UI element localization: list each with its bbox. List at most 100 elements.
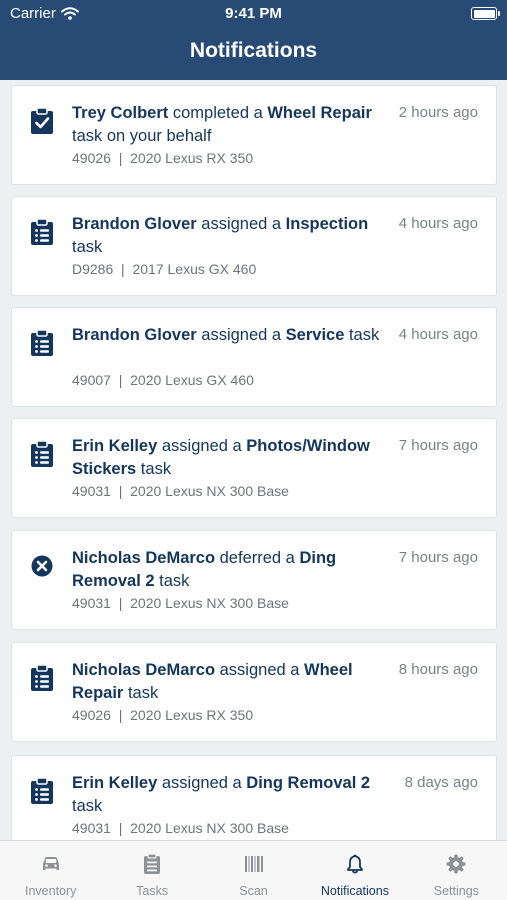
status-time: 9:41 PM: [225, 5, 282, 22]
meta-separator: |: [118, 707, 123, 723]
tab-label: Notifications: [320, 884, 389, 898]
action-text: deferred a: [215, 549, 300, 567]
notification-message: Brandon Glover assigned a Service task: [72, 324, 394, 347]
actor-name: Erin Kelley: [72, 774, 158, 792]
vehicle-name: 2020 Lexus GX 460: [130, 372, 254, 388]
stock-number: D9286: [72, 261, 114, 277]
vehicle-name: 2020 Lexus RX 350: [130, 150, 254, 166]
task-name: Wheel Repair: [267, 104, 372, 122]
x-circle-icon: [29, 552, 55, 580]
vehicle-name: 2017 Lexus GX 460: [132, 261, 257, 277]
notification-card[interactable]: Brandon Glover assigned a Inspection tas…: [11, 196, 497, 296]
tab-label: Tasks: [136, 884, 169, 898]
clipboard-list-icon: [29, 664, 55, 692]
actor-name: Erin Kelley: [72, 437, 158, 455]
vehicle-name: 2020 Lexus NX 300 Base: [130, 595, 289, 611]
tab-notifications[interactable]: Notifications: [304, 841, 405, 900]
task-suffix: task: [72, 238, 103, 256]
meta-separator: |: [118, 150, 123, 166]
notification-message: Erin Kelley assigned a Ding Removal 2 ta…: [72, 772, 394, 818]
stock-number: 49026: [72, 150, 111, 166]
notification-time: 7 hours ago: [398, 549, 478, 566]
clipboard-list-icon: [29, 777, 55, 805]
action-text: assigned a: [157, 774, 247, 792]
header-bar: Carrier 9:41 PM Notifications: [0, 0, 507, 80]
tab-settings[interactable]: Settings: [406, 841, 507, 900]
task-name: Service: [285, 326, 345, 344]
vehicle-info: D9286 | 2017 Lexus GX 460: [72, 261, 256, 277]
barcode-icon: [244, 856, 263, 872]
vehicle-info: 49031 | 2020 Lexus NX 300 Base: [72, 595, 289, 611]
meta-separator: |: [118, 595, 123, 611]
action-text: assigned a: [196, 215, 286, 233]
meta-separator: |: [118, 820, 123, 836]
tab-scan[interactable]: Scan: [203, 841, 304, 900]
stock-number: 49031: [72, 820, 111, 836]
status-bar: Carrier 9:41 PM: [0, 0, 507, 28]
notification-message: Trey Colbert completed a Wheel Repair ta…: [72, 102, 394, 148]
task-suffix: task: [123, 684, 159, 702]
vehicle-name: 2020 Lexus NX 300 Base: [130, 820, 289, 836]
action-text: assigned a: [196, 326, 286, 344]
notification-time: 4 hours ago: [398, 326, 478, 343]
vehicle-name: 2020 Lexus RX 350: [130, 707, 254, 723]
notification-message: Brandon Glover assigned a Inspection tas…: [72, 213, 394, 259]
stock-number: 49031: [72, 595, 111, 611]
stock-number: 49026: [72, 707, 111, 723]
task-name: Ding Removal 2: [246, 774, 371, 792]
task-suffix: task: [344, 326, 380, 344]
notification-message: Nicholas DeMarco assigned a Wheel Repair…: [72, 659, 394, 705]
notification-time: 8 days ago: [404, 774, 478, 791]
action-text: assigned a: [215, 661, 305, 679]
bell-icon: [347, 854, 363, 874]
notification-time: 4 hours ago: [398, 215, 478, 232]
stock-number: 49031: [72, 483, 111, 499]
notification-message: Nicholas DeMarco deferred a Ding Removal…: [72, 547, 394, 593]
tab-label: Scan: [239, 884, 268, 898]
meta-separator: |: [118, 483, 123, 499]
notification-card[interactable]: Erin Kelley assigned a Photos/Window Sti…: [11, 418, 497, 518]
actor-name: Nicholas DeMarco: [72, 549, 216, 567]
actor-name: Trey Colbert: [72, 104, 169, 122]
actor-name: Brandon Glover: [72, 326, 197, 344]
notification-time: 2 hours ago: [398, 104, 478, 121]
battery-icon: [471, 7, 500, 20]
clipboard-icon: [144, 853, 161, 874]
task-suffix: task: [72, 797, 103, 815]
vehicle-name: 2020 Lexus NX 300 Base: [130, 483, 289, 499]
stock-number: 49007: [72, 372, 111, 388]
action-text: assigned a: [157, 437, 247, 455]
notification-card[interactable]: Erin Kelley assigned a Ding Removal 2 ta…: [11, 755, 497, 840]
notification-card[interactable]: Nicholas DeMarco deferred a Ding Removal…: [11, 530, 497, 630]
tab-tasks[interactable]: Tasks: [101, 841, 202, 900]
notification-message: Erin Kelley assigned a Photos/Window Sti…: [72, 435, 394, 481]
clipboard-list-icon: [29, 329, 55, 357]
clipboard-list-icon: [29, 440, 55, 468]
notification-card[interactable]: Trey Colbert completed a Wheel Repair ta…: [11, 85, 497, 185]
task-suffix: task: [136, 460, 172, 478]
actor-name: Brandon Glover: [72, 215, 197, 233]
notification-card[interactable]: Nicholas DeMarco assigned a Wheel Repair…: [11, 642, 497, 742]
tab-label: Settings: [433, 884, 479, 898]
notification-card[interactable]: Brandon Glover assigned a Service task 4…: [11, 307, 497, 407]
task-suffix: task on your behalf: [72, 127, 212, 145]
notification-time: 8 hours ago: [398, 661, 478, 678]
meta-separator: |: [121, 261, 125, 277]
vehicle-info: 49031 | 2020 Lexus NX 300 Base: [72, 483, 289, 499]
action-text: completed a: [168, 104, 268, 122]
tab-inventory[interactable]: Inventory: [0, 841, 101, 900]
clipboard-list-icon: [29, 218, 55, 246]
task-name: Inspection: [285, 215, 369, 233]
gear-icon: [446, 854, 466, 874]
car-icon: [42, 857, 59, 870]
notification-time: 7 hours ago: [398, 437, 478, 454]
actor-name: Nicholas DeMarco: [72, 661, 216, 679]
vehicle-info: 49026 | 2020 Lexus RX 350: [72, 150, 253, 166]
meta-separator: |: [118, 372, 123, 388]
vehicle-info: 49007 | 2020 Lexus GX 460: [72, 372, 254, 388]
tab-label: Inventory: [24, 884, 77, 898]
notification-list[interactable]: Trey Colbert completed a Wheel Repair ta…: [0, 80, 507, 840]
task-suffix: task: [154, 572, 190, 590]
tab-bar: Inventory Tasks Scan Notifications Setti…: [0, 840, 507, 900]
vehicle-info: 49031 | 2020 Lexus NX 300 Base: [72, 820, 289, 836]
